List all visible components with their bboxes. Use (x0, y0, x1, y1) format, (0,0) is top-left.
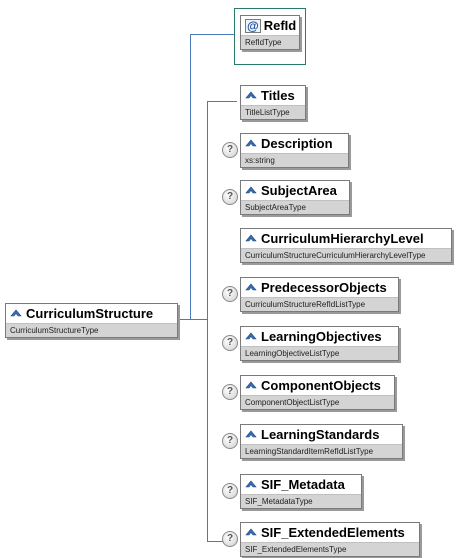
element-type: SubjectAreaType (241, 200, 349, 214)
element-box-7[interactable]: LearningStandards LearningStandardItemRef… (240, 424, 403, 459)
element-box-2[interactable]: SubjectArea SubjectAreaType (240, 180, 350, 215)
element-box-0[interactable]: Titles TitleListType (240, 85, 306, 120)
element-name: Titles (261, 88, 295, 103)
connector-sequence-trunk (207, 101, 208, 542)
element-box-4[interactable]: PredecessorObjects CurriculumStructureRef… (240, 277, 399, 312)
element-type: TitleListType (241, 105, 305, 119)
element-name: SIF_Metadata (261, 477, 345, 492)
element-icon (245, 186, 257, 194)
element-name: CurriculumHierarchyLevel (261, 231, 424, 246)
element-icon (245, 91, 257, 99)
element-icon (245, 139, 257, 147)
element-icon (10, 309, 22, 317)
element-header: Description (241, 134, 348, 153)
connector-root-to-sequence (190, 319, 207, 320)
attribute-header: @ RefId (241, 16, 299, 35)
element-name: Description (261, 136, 333, 151)
element-icon (245, 430, 257, 438)
element-icon (245, 480, 257, 488)
element-name: SubjectArea (261, 183, 337, 198)
root-element-box[interactable]: CurriculumStructure CurriculumStructureT… (5, 303, 178, 338)
element-box-3[interactable]: CurriculumHierarchyLevel CurriculumStruct… (240, 228, 452, 263)
connector-branch-first (207, 101, 237, 102)
element-box-5[interactable]: LearningObjectives LearningObjectiveListT… (240, 326, 399, 361)
root-element-header: CurriculumStructure (6, 304, 177, 323)
element-icon (245, 234, 257, 242)
attribute-name: RefId (263, 18, 297, 33)
optional-icon: ? (222, 433, 238, 449)
element-header: SubjectArea (241, 181, 349, 200)
element-type: xs:string (241, 153, 348, 167)
attribute-box[interactable]: @ RefId RefIdType (240, 15, 300, 50)
connector-attribute-trunk (190, 34, 191, 320)
optional-icon: ? (222, 286, 238, 302)
element-name: LearningStandards (261, 427, 380, 442)
element-header: SIF_ExtendedElements (241, 523, 419, 542)
element-icon (245, 283, 257, 291)
element-box-8[interactable]: SIF_Metadata SIF_MetadataType (240, 474, 362, 509)
element-header: LearningStandards (241, 425, 402, 444)
element-type: LearningObjectiveListType (241, 346, 398, 360)
element-box-6[interactable]: ComponentObjects ComponentObjectListType (240, 375, 395, 410)
optional-icon: ? (222, 142, 238, 158)
optional-icon: ? (222, 483, 238, 499)
element-header: CurriculumHierarchyLevel (241, 229, 451, 248)
element-header: ComponentObjects (241, 376, 394, 395)
element-name: ComponentObjects (261, 378, 381, 393)
element-name: SIF_ExtendedElements (261, 525, 405, 540)
optional-icon: ? (222, 335, 238, 351)
element-name: LearningObjectives (261, 329, 382, 344)
optional-icon: ? (222, 384, 238, 400)
connector-attribute-branch (190, 34, 234, 35)
element-box-9[interactable]: SIF_ExtendedElements SIF_ExtendedElements… (240, 522, 420, 557)
element-box-1[interactable]: Description xs:string (240, 133, 349, 168)
element-icon (245, 528, 257, 536)
attribute-type: RefIdType (241, 35, 299, 49)
optional-icon: ? (222, 531, 238, 547)
element-icon (245, 332, 257, 340)
root-element-type: CurriculumStructureType (6, 323, 177, 337)
optional-icon: ? (222, 189, 238, 205)
element-header: SIF_Metadata (241, 475, 361, 494)
element-type: CurriculumStructureCurriculumHierarchyLe… (241, 248, 451, 262)
element-header: Titles (241, 86, 305, 105)
element-header: PredecessorObjects (241, 278, 398, 297)
root-element-name: CurriculumStructure (26, 306, 154, 321)
element-type: SIF_MetadataType (241, 494, 361, 508)
element-name: PredecessorObjects (261, 280, 387, 295)
element-icon (245, 381, 257, 389)
element-type: CurriculumStructureRefIdListType (241, 297, 398, 311)
attribute-icon: @ (245, 19, 261, 33)
element-type: ComponentObjectListType (241, 395, 394, 409)
element-header: LearningObjectives (241, 327, 398, 346)
connector-root-out (178, 319, 190, 320)
element-type: SIF_ExtendedElementsType (241, 542, 419, 556)
element-type: LearningStandardItemRefIdListType (241, 444, 402, 458)
